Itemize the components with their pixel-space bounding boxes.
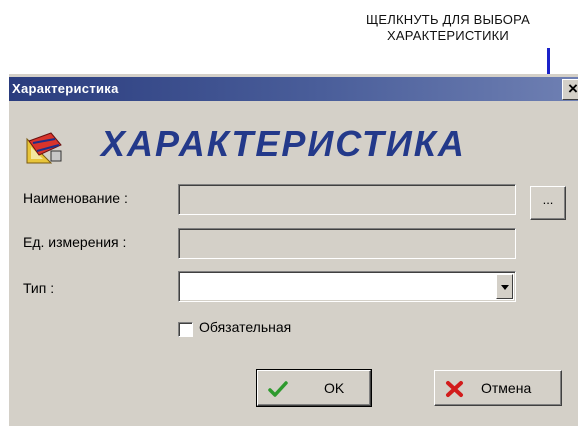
annotation-line-1: ЩЕЛКНУТЬ ДЛЯ ВЫБОРА bbox=[366, 12, 530, 27]
browse-characteristic-button[interactable]: ... bbox=[530, 186, 566, 220]
header-title: ХАРАКТЕРИСТИКА bbox=[101, 123, 466, 164]
unit-label: Ед. измерения : bbox=[23, 234, 127, 250]
characteristic-dialog: Характеристика × ХАРАКТЕРИСТИКА Наименов… bbox=[9, 74, 578, 426]
chevron-down-icon[interactable] bbox=[496, 274, 513, 299]
ok-button[interactable]: OK bbox=[256, 369, 372, 407]
close-button[interactable]: × bbox=[562, 79, 578, 100]
required-checkbox[interactable] bbox=[178, 322, 193, 337]
ruler-pencil-icon bbox=[26, 132, 62, 164]
annotation-callout: ЩЕЛКНУТЬ ДЛЯ ВЫБОРА ХАРАКТЕРИСТИКИ bbox=[318, 12, 578, 44]
cancel-button-label: Отмена bbox=[481, 380, 532, 396]
name-label: Наименование : bbox=[23, 190, 128, 206]
cancel-button[interactable]: Отмена bbox=[434, 370, 562, 406]
type-select[interactable] bbox=[178, 271, 516, 302]
checkmark-icon bbox=[268, 381, 288, 397]
required-label[interactable]: Обязательная bbox=[199, 319, 291, 335]
window-title: Характеристика bbox=[12, 81, 119, 96]
unit-field[interactable] bbox=[178, 228, 516, 259]
ok-button-label: OK bbox=[324, 380, 345, 396]
title-bar[interactable]: Характеристика × bbox=[9, 77, 578, 101]
close-icon bbox=[446, 381, 463, 397]
name-field[interactable] bbox=[178, 184, 516, 215]
annotation-line-2: ХАРАКТЕРИСТИКИ bbox=[387, 28, 509, 43]
type-label: Тип : bbox=[23, 280, 55, 296]
